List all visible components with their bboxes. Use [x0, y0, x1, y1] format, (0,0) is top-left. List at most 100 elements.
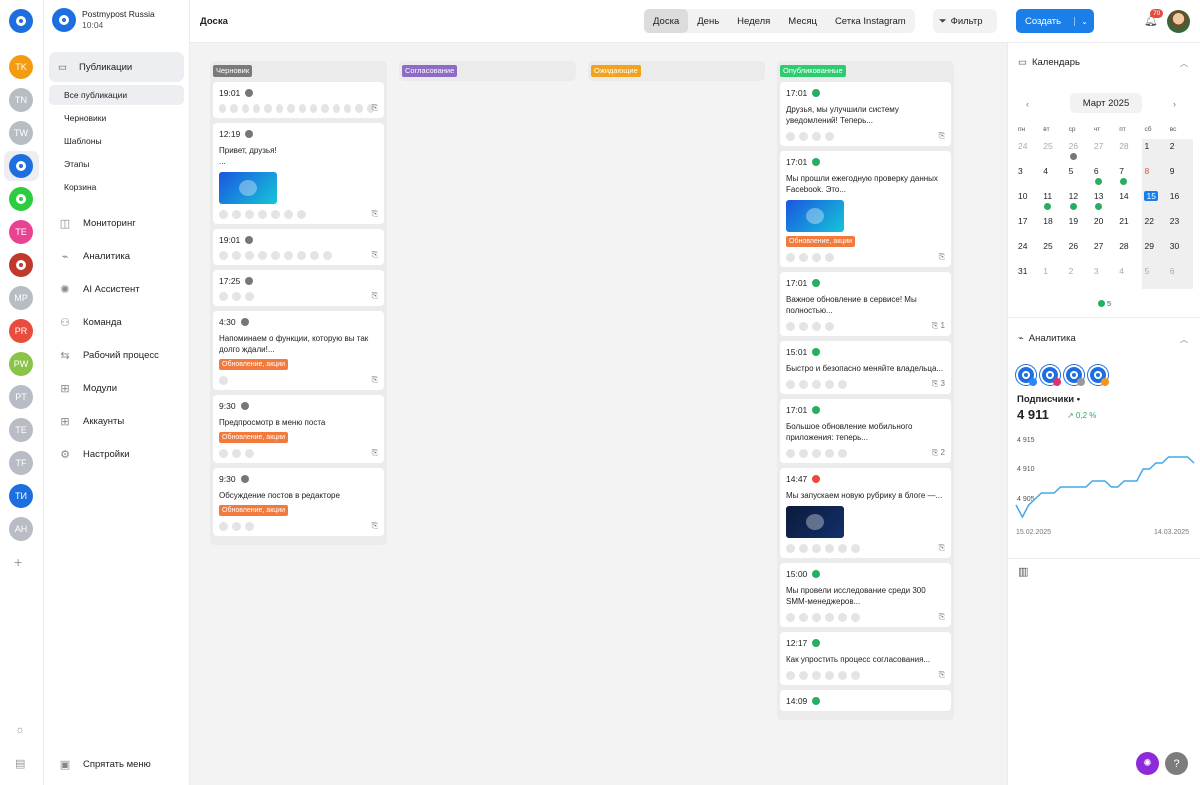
account-avatar[interactable]: TE: [9, 418, 33, 442]
calendar-day[interactable]: 12: [1067, 189, 1092, 214]
calendar-day[interactable]: 9: [1167, 164, 1194, 189]
comments-indicator[interactable]: ⎘: [939, 131, 945, 141]
calendar-day[interactable]: 19: [1067, 214, 1092, 239]
account-avatar[interactable]: PW: [9, 352, 33, 376]
nav-sub-all[interactable]: Все публикации: [49, 85, 184, 105]
chevron-up-icon[interactable]: ︿: [1180, 58, 1188, 69]
layout-icon[interactable]: ▤: [15, 757, 25, 770]
add-account-icon[interactable]: +: [14, 554, 22, 570]
nav-monitoring[interactable]: ◫ Мониторинг: [58, 217, 136, 230]
ai-assistant-fab[interactable]: ✺: [1136, 752, 1159, 775]
comments-indicator[interactable]: ⎘: [372, 521, 378, 531]
nav-team[interactable]: ⚇ Команда: [58, 316, 122, 329]
comments-indicator[interactable]: ⎘: [372, 250, 378, 260]
help-button[interactable]: ?: [1165, 752, 1188, 775]
nav-workflow[interactable]: ⇆ Рабочий процесс: [58, 349, 158, 362]
calendar-day[interactable]: 2: [1067, 264, 1092, 289]
calendar-day[interactable]: 18: [1041, 214, 1066, 239]
calendar-day[interactable]: 3: [1016, 164, 1041, 189]
chevron-down-icon[interactable]: ⌄: [1074, 16, 1094, 26]
comments-indicator[interactable]: ⎘: [372, 291, 378, 301]
account-avatar[interactable]: [9, 154, 33, 178]
calendar-day[interactable]: 29: [1142, 239, 1168, 264]
calendar-day[interactable]: 7: [1117, 164, 1142, 189]
sun-icon[interactable]: ☼: [15, 724, 25, 736]
post-card[interactable]: 19:01 ⎘: [213, 229, 384, 265]
comments-indicator[interactable]: ⎘: [939, 612, 945, 622]
calendar-day[interactable]: 15: [1142, 189, 1168, 214]
comments-indicator[interactable]: ⎘: [939, 543, 945, 553]
post-card[interactable]: 17:01 Важное обновление в сервисе! Мы пол…: [780, 272, 951, 336]
post-card[interactable]: 4:30 Напоминаем о функции, которую вы так…: [213, 311, 384, 390]
user-avatar[interactable]: [1167, 10, 1190, 33]
filter-button[interactable]: ⏷ Фильтр: [933, 9, 997, 33]
calendar-day[interactable]: 10: [1016, 189, 1041, 214]
account-avatar[interactable]: TW: [9, 121, 33, 145]
calendar-day[interactable]: 31: [1016, 264, 1041, 289]
create-button[interactable]: Создать ⌄: [1016, 9, 1094, 33]
calendar-day[interactable]: 16: [1167, 189, 1194, 214]
nav-analytics[interactable]: ⌁ Аналитика: [58, 250, 130, 263]
calendar-day[interactable]: 23: [1167, 214, 1194, 239]
account-avatar[interactable]: [1040, 365, 1061, 386]
account-avatar[interactable]: [1088, 365, 1109, 386]
post-card[interactable]: 17:01 Большое обновление мобильного прило…: [780, 399, 951, 463]
calendar-day[interactable]: 5: [1067, 164, 1092, 189]
calendar-day[interactable]: 28: [1117, 239, 1142, 264]
calendar-day[interactable]: 2: [1167, 139, 1194, 164]
chevron-up-icon[interactable]: ︿: [1180, 334, 1188, 345]
account-avatar[interactable]: [9, 187, 33, 211]
view-instagram-grid[interactable]: Сетка Instagram: [826, 9, 915, 33]
calendar-day[interactable]: 14: [1117, 189, 1142, 214]
nav-sub-templates[interactable]: Шаблоны: [49, 131, 184, 151]
nav-accounts[interactable]: ⊞ Аккаунты: [58, 415, 124, 428]
calendar-day[interactable]: 1: [1142, 139, 1168, 164]
account-avatar[interactable]: [1016, 365, 1037, 386]
view-day[interactable]: День: [688, 9, 728, 33]
calendar-day[interactable]: 26: [1067, 139, 1092, 164]
account-avatar[interactable]: TN: [9, 88, 33, 112]
account-avatar[interactable]: [9, 253, 33, 277]
account-avatar[interactable]: PR: [9, 319, 33, 343]
prev-month-icon[interactable]: ‹: [1026, 99, 1029, 109]
calendar-day[interactable]: 24: [1016, 239, 1041, 264]
calendar-day[interactable]: 1: [1041, 264, 1066, 289]
comments-indicator[interactable]: ⎘: [372, 448, 378, 458]
hide-menu-button[interactable]: ▣ Спрятать меню: [58, 758, 151, 771]
post-card[interactable]: 17:01 Друзья, мы улучшили систему уведомл…: [780, 82, 951, 146]
post-card[interactable]: 12:19 Привет, друзья! ... ⎘: [213, 123, 384, 224]
calendar-day[interactable]: 27: [1092, 239, 1117, 264]
post-card[interactable]: 14:47 Мы запускаем новую рубрику в блоге …: [780, 468, 951, 558]
account-avatar[interactable]: TE: [9, 220, 33, 244]
month-selector[interactable]: Март 2025: [1070, 93, 1142, 113]
nav-sub-drafts[interactable]: Черновики: [49, 108, 184, 128]
comments-indicator[interactable]: ⎘: [372, 209, 378, 219]
account-avatar[interactable]: ТИ: [9, 484, 33, 508]
calendar-day[interactable]: 25: [1041, 139, 1066, 164]
comments-indicator[interactable]: ⎘ 1: [932, 321, 945, 331]
post-card[interactable]: 9:30 Обсуждение постов в редакторе Обновле…: [213, 468, 384, 536]
post-card[interactable]: 17:25 ⎘: [213, 270, 384, 306]
calendar-day[interactable]: 6: [1167, 264, 1194, 289]
post-card[interactable]: 14:09: [780, 690, 951, 711]
nav-settings[interactable]: ⚙ Настройки: [58, 448, 130, 461]
calendar-day[interactable]: 28: [1117, 139, 1142, 164]
comments-indicator[interactable]: ⎘: [372, 375, 378, 385]
calendar-day[interactable]: 13: [1092, 189, 1117, 214]
calendar-day[interactable]: 5: [1142, 264, 1168, 289]
account-avatar[interactable]: [1064, 365, 1085, 386]
post-card[interactable]: 19:01 ⎘: [213, 82, 384, 118]
comments-indicator[interactable]: ⎘: [372, 103, 378, 113]
calendar-day[interactable]: 25: [1041, 239, 1066, 264]
post-card[interactable]: 9:30 Предпросмотр в меню поста Обновление,…: [213, 395, 384, 463]
calendar-section-title[interactable]: ▭ Календарь: [1018, 57, 1080, 68]
comments-indicator[interactable]: ⎘: [939, 252, 945, 262]
calendar-day[interactable]: 22: [1142, 214, 1168, 239]
calendar-day[interactable]: 30: [1167, 239, 1194, 264]
calendar-day[interactable]: 3: [1092, 264, 1117, 289]
nav-ai-assistant[interactable]: ✺ AI Ассистент: [58, 283, 139, 296]
panel-layout-icon[interactable]: ▥: [1018, 565, 1028, 578]
calendar-day[interactable]: 11: [1041, 189, 1066, 214]
view-week[interactable]: Неделя: [728, 9, 779, 33]
calendar-day[interactable]: 6: [1092, 164, 1117, 189]
